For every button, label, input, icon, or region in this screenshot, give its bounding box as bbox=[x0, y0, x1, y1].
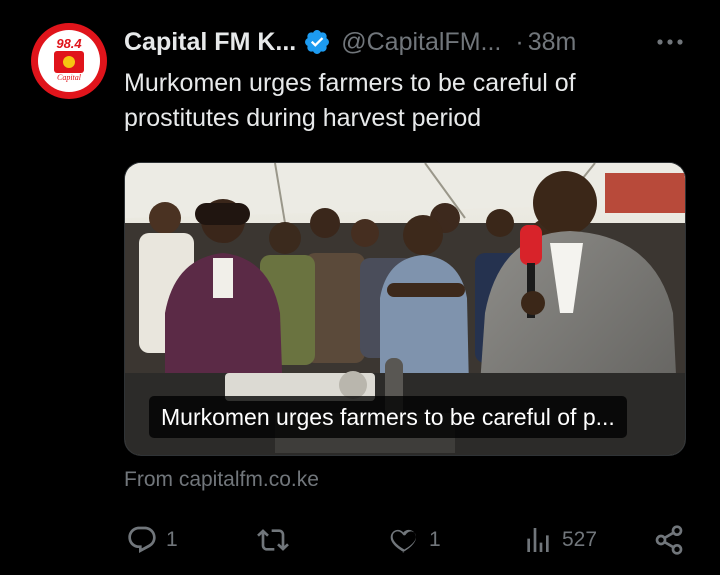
share-button[interactable] bbox=[653, 520, 685, 560]
user-handle[interactable]: @CapitalFM... bbox=[341, 28, 501, 57]
timestamp[interactable]: 38m bbox=[528, 28, 577, 57]
tweet-text: Murkomen urges farmers to be careful of … bbox=[124, 69, 576, 132]
views-icon bbox=[527, 528, 549, 552]
share-icon bbox=[655, 525, 683, 555]
heart-icon bbox=[390, 529, 416, 553]
more-icon[interactable] bbox=[654, 32, 686, 52]
action-bar: 1 1 527 bbox=[0, 520, 720, 560]
reply-icon bbox=[128, 526, 156, 554]
tweet[interactable]: 98.4 Capital Capital FM K... @CapitalFM.… bbox=[0, 0, 720, 575]
retweet-button[interactable] bbox=[257, 520, 297, 560]
like-button[interactable]: 1 bbox=[389, 520, 441, 560]
link-card-title: Murkomen urges farmers to be careful of … bbox=[149, 396, 627, 438]
retweet-icon bbox=[257, 529, 289, 551]
avatar-frequency: 98.4 bbox=[56, 36, 82, 51]
tweet-header: Capital FM K... @CapitalFM... · 38m bbox=[124, 26, 576, 58]
avatar-wordmark: Capital bbox=[56, 73, 81, 82]
link-source[interactable]: From capitalfm.co.ke bbox=[124, 468, 319, 492]
reply-button[interactable]: 1 bbox=[126, 520, 178, 560]
separator-dot: · bbox=[515, 27, 524, 56]
avatar[interactable]: 98.4 Capital bbox=[31, 23, 107, 99]
avatar-logo: 98.4 Capital bbox=[38, 30, 100, 92]
display-name[interactable]: Capital FM K... bbox=[124, 28, 296, 57]
like-count: 1 bbox=[429, 528, 441, 551]
verified-badge-icon[interactable] bbox=[303, 28, 331, 56]
link-card[interactable]: Murkomen urges farmers to be careful of … bbox=[124, 162, 686, 456]
avatar-logo-mark bbox=[54, 51, 84, 73]
views-count: 527 bbox=[562, 528, 598, 551]
views-button[interactable]: 527 bbox=[522, 520, 597, 560]
reply-count: 1 bbox=[166, 528, 178, 551]
